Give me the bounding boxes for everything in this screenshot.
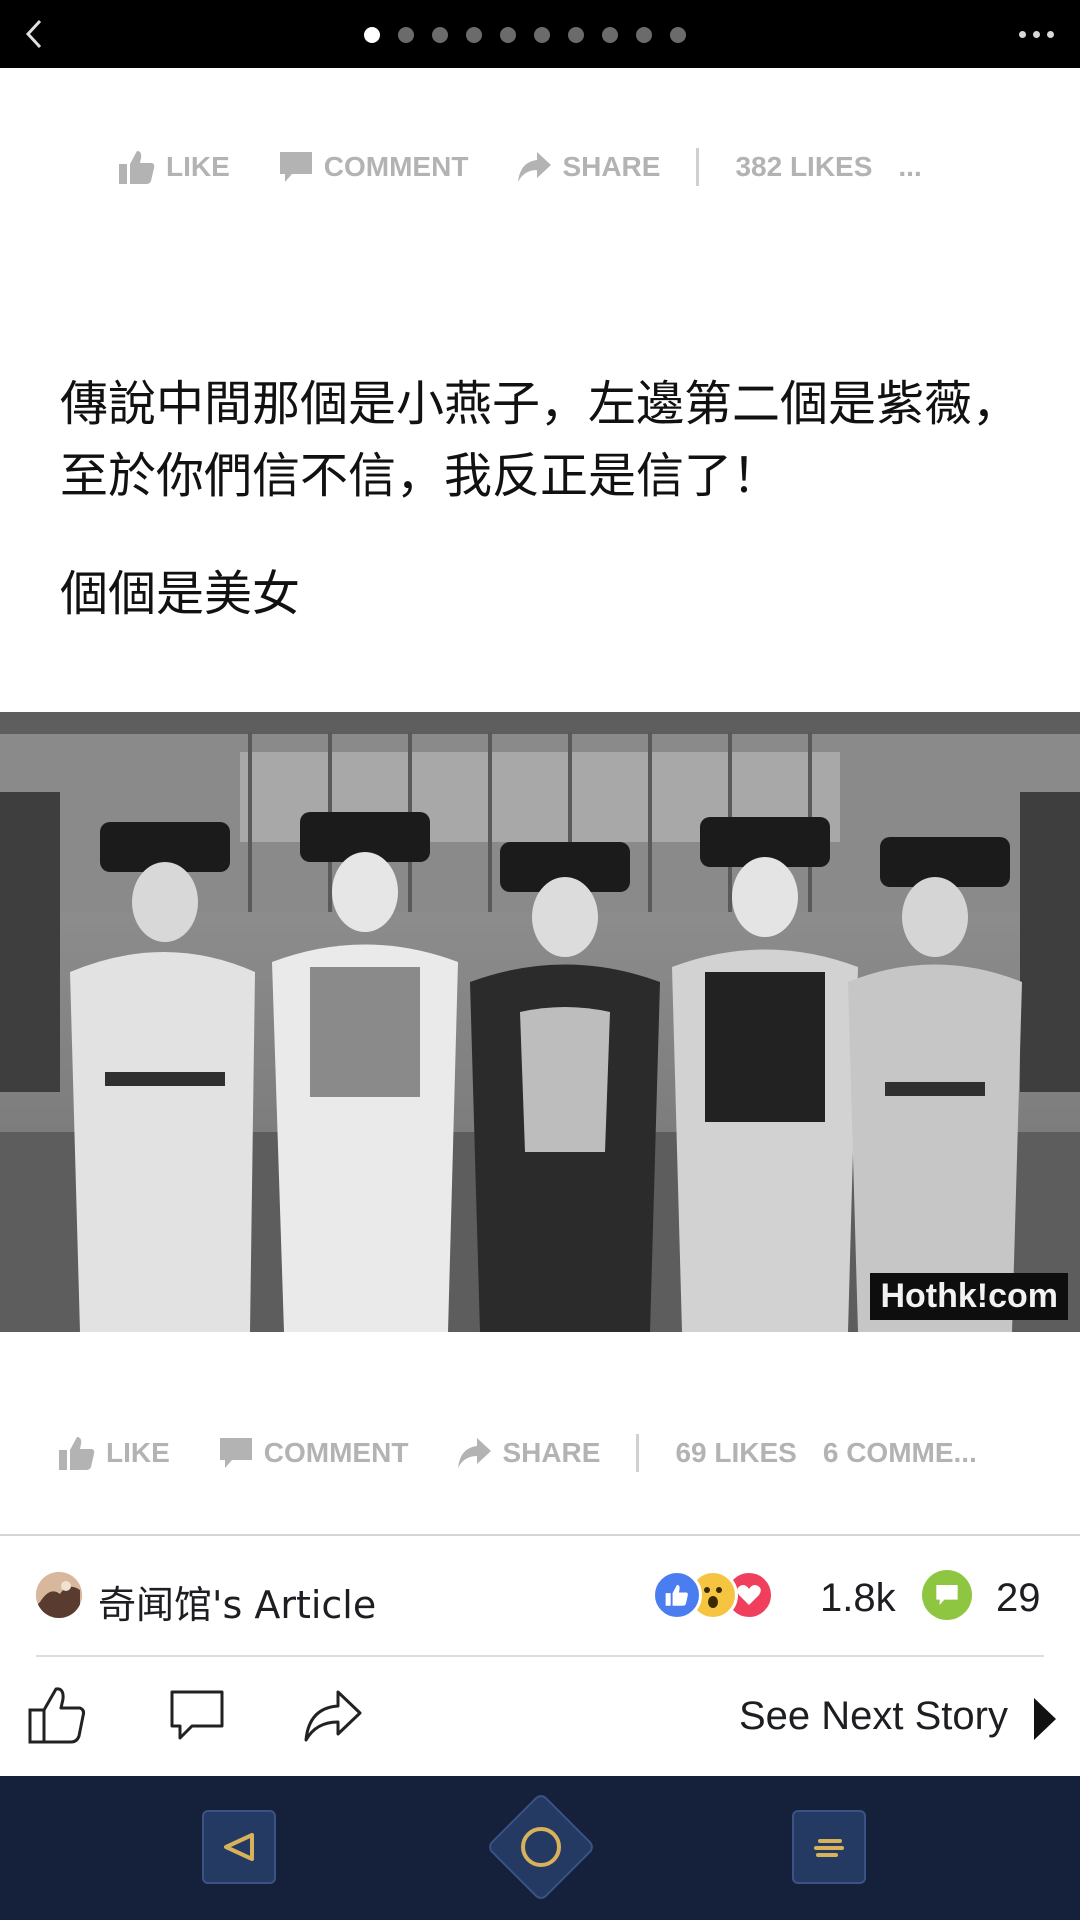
comment-icon [219,1438,252,1468]
article-title[interactable]: 奇闻馆's Article [98,1574,376,1629]
page-dot[interactable] [500,27,516,43]
like-outline-button[interactable] [22,1680,92,1750]
share-label: SHARE [502,1437,601,1468]
page-dot[interactable] [432,27,448,43]
comment-button[interactable]: COMMENT [278,149,469,185]
share-icon [458,1438,492,1468]
like-button[interactable]: LIKE [118,149,230,185]
like-label: LIKE [166,151,230,182]
comment-count[interactable]: 29 [996,1576,1041,1621]
comment-label: COMMENT [323,151,469,182]
comment-icon [279,152,312,182]
triangle-back-icon [224,1833,254,1861]
reaction-count[interactable]: 1.8k [820,1576,896,1621]
page-dot[interactable] [534,27,550,43]
photo-illustration [0,712,1080,1332]
nav-menu-button[interactable] [792,1810,866,1884]
post-text-secondary: 個個是美女 [60,566,301,622]
see-next-story-button[interactable]: See Next Story [739,1694,1008,1739]
nav-back-button[interactable] [202,1810,276,1884]
page-dot[interactable] [398,27,414,43]
avatar[interactable] [36,1572,82,1618]
circle-home-icon [521,1827,561,1867]
action-separator [636,1434,640,1472]
page-dot[interactable] [636,27,652,43]
divider [36,1655,1044,1657]
menu-lines-icon [814,1839,844,1857]
post-text: 傳說中間那個是小燕子，左邊第二個是紫薇，至於你們信不信，我反正是信了！ [60,376,1021,504]
share-button[interactable]: SHARE [456,1436,600,1470]
more-ellipsis[interactable]: ... [898,151,921,183]
page-indicator [0,27,1080,43]
comments-count[interactable]: 6 COMME... [823,1437,977,1469]
like-label: LIKE [106,1437,170,1468]
avatar-image [36,1572,82,1618]
more-dot [1018,30,1026,38]
comment-outline-icon [170,1690,224,1740]
footer-actions: See Next Story [0,1680,1080,1760]
share-outline-button[interactable] [298,1680,368,1750]
page-dot-active[interactable] [364,27,380,43]
like-reaction-icon [652,1570,702,1620]
comment-outline-button[interactable] [162,1680,232,1750]
more-dot [1046,30,1054,38]
like-button[interactable]: LIKE [58,1435,170,1471]
comment-button[interactable]: COMMENT [218,1435,409,1471]
system-nav-bar [0,1776,1080,1920]
page-dot[interactable] [670,27,686,43]
divider [0,1534,1080,1536]
action-separator [696,148,700,186]
photo-watermark: Hothk!com [870,1273,1068,1320]
page-dot[interactable] [568,27,584,43]
thumbs-up-icon [119,151,155,184]
more-options-button[interactable] [1006,14,1066,54]
play-arrow-icon[interactable] [1032,1696,1058,1742]
page-dot[interactable] [466,27,482,43]
top-bar [0,0,1080,68]
likes-count[interactable]: 382 LIKES [735,151,872,183]
post-action-row-bottom: LIKE COMMENT SHARE 69 LIKES 6 COMME... [58,1428,977,1478]
likes-count[interactable]: 69 LIKES [675,1437,796,1469]
more-dot [1032,30,1040,38]
share-outline-icon [304,1690,362,1742]
thumbs-up-outline-icon [28,1687,86,1744]
share-button[interactable]: SHARE [516,150,660,184]
page-dot[interactable] [602,27,618,43]
article-info-row: 奇闻馆's Article 1.8k 29 [36,1570,1046,1632]
comment-label: COMMENT [263,1437,409,1468]
share-icon [518,152,552,182]
post-photo[interactable]: Hothk!com [0,712,1080,1332]
comment-count-icon [922,1570,972,1620]
post-action-row-top: LIKE COMMENT SHARE 382 LIKES ... [118,142,922,192]
thumbs-up-icon [59,1437,95,1470]
share-label: SHARE [562,151,661,182]
